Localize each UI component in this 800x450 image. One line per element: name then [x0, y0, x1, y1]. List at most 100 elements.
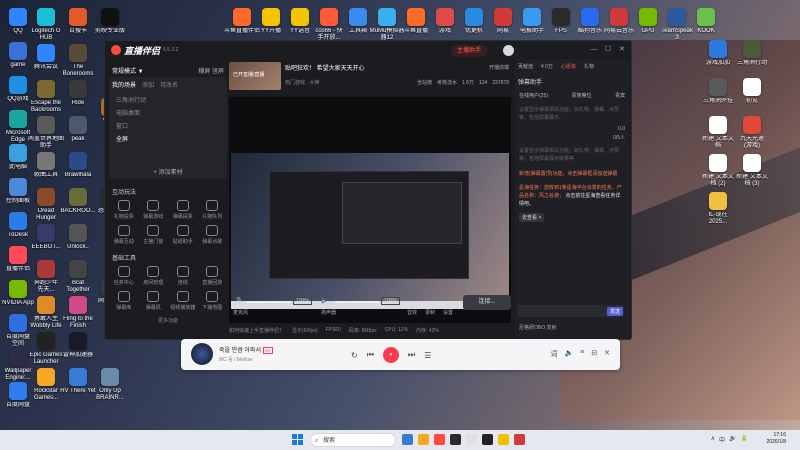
- input-method-icon[interactable]: 中: [719, 435, 725, 444]
- taskbar-app-icon[interactable]: [434, 434, 445, 445]
- scene-item[interactable]: 全屏: [112, 132, 224, 145]
- desktop-icon[interactable]: Dread Hunger: [28, 188, 64, 222]
- speaker-volume-slider[interactable]: [335, 301, 379, 303]
- taskbar-app-icon[interactable]: [450, 434, 461, 445]
- send-button[interactable]: 发送: [606, 307, 623, 316]
- effects-button[interactable]: 音效: [407, 309, 417, 316]
- tab-contribution[interactable]: 贡献值: [518, 63, 533, 70]
- room-thumbnail[interactable]: 已开直播/直播: [229, 62, 281, 90]
- close-player-icon[interactable]: ✕: [604, 349, 610, 359]
- minimize-player-icon[interactable]: ⊟: [591, 349, 597, 359]
- lyrics-icon[interactable]: 词: [550, 349, 557, 359]
- pause-button[interactable]: ⏸: [382, 347, 399, 363]
- scene-item[interactable]: 窗口: [112, 119, 224, 132]
- desktop-icon[interactable]: Only Up BRAINR...: [92, 368, 128, 402]
- desktop-icon[interactable]: Rockstar Games...: [28, 368, 64, 402]
- desktop-icon[interactable]: 三角洲行动: [734, 40, 770, 67]
- tool-button[interactable]: 弹幕投票: [168, 200, 198, 220]
- tool-button[interactable]: 弹幕库: [109, 291, 139, 311]
- desktop-icon[interactable]: peak: [60, 116, 96, 143]
- tool-button[interactable]: 房间管理: [139, 266, 169, 286]
- queue-icon[interactable]: ≡: [580, 349, 584, 359]
- desktop-icon[interactable]: 两重世界地图 助手: [28, 116, 64, 150]
- room-title[interactable]: 贴吧狂欢！ 希望大家天天开心: [285, 63, 365, 72]
- tool-button[interactable]: 弹幕互动: [109, 225, 139, 245]
- status-item[interactable]: 如何快速上手直播伴侣？: [229, 327, 284, 334]
- tool-button[interactable]: 弹幕机: [139, 291, 169, 311]
- taskbar-app-icon[interactable]: [482, 434, 493, 445]
- desktop-icon[interactable]: 新建 文本文 档 (2): [700, 154, 736, 188]
- desktop-icon[interactable]: KOOK: [688, 8, 724, 35]
- taskbar-clock[interactable]: 17:16 2026/1/8: [767, 432, 786, 446]
- scene-tab[interactable]: 我的场景: [112, 80, 136, 89]
- desktop-icon[interactable]: 剪映专业版: [92, 8, 128, 35]
- desktop-icon[interactable]: 三角洲外挂: [700, 78, 736, 105]
- desktop-icon[interactable]: 腾讯会议: [28, 44, 64, 71]
- tab-gift[interactable]: 礼物: [584, 63, 594, 70]
- desktop-icon[interactable]: 勇敢人生 Wobbly Life: [28, 296, 64, 330]
- desktop-icon[interactable]: RV There Yet: [60, 368, 96, 395]
- desktop-icon[interactable]: 新建 文本文 档 (3): [734, 154, 770, 188]
- minimize-icon[interactable]: —: [589, 44, 599, 55]
- desktop-icon[interactable]: Logitech G HUB: [28, 8, 64, 42]
- windows-start-icon[interactable]: [292, 434, 303, 445]
- desktop-icon[interactable]: Bcat Together: [60, 260, 96, 294]
- scene-tab[interactable]: 添加: [142, 80, 154, 89]
- desktop-icon[interactable]: Escape the Backrooms: [28, 80, 64, 114]
- taskbar-app-icon[interactable]: [514, 434, 525, 445]
- desktop-icon[interactable]: Unlock..: [60, 224, 96, 251]
- right-subtab[interactable]: 在线用户(25): [519, 92, 548, 99]
- add-source-button[interactable]: + 添加素材: [109, 167, 227, 176]
- maximize-icon[interactable]: ☐: [603, 44, 613, 55]
- mic-icon[interactable]: 🎙: [235, 297, 243, 304]
- orientation-toggle[interactable]: 横屏 竖屏: [198, 66, 224, 75]
- live-assistant-button[interactable]: 主播助手: [451, 45, 488, 57]
- next-icon[interactable]: ⏭: [408, 350, 415, 360]
- mode-select[interactable]: 常规模式 ▼: [112, 66, 144, 75]
- scene-item[interactable]: 三角洲行动: [112, 93, 224, 106]
- desktop-icon[interactable]: Epic Games Launcher: [28, 332, 64, 366]
- album-cover[interactable]: [191, 343, 213, 365]
- taskbar-app-icon[interactable]: [402, 434, 413, 445]
- speaker-icon[interactable]: 🔈: [564, 349, 573, 359]
- tool-button[interactable]: 直播回放: [198, 266, 228, 286]
- more-functions-button[interactable]: 更多功能: [109, 317, 227, 324]
- tab-wishlist[interactable]: 心愿单: [561, 63, 576, 70]
- tool-button[interactable]: 弹幕点歌: [198, 225, 228, 245]
- battery-icon[interactable]: 🔋: [741, 435, 748, 444]
- settings-button[interactable]: 设置: [443, 309, 453, 316]
- desktop-icon[interactable]: IL·现在 2025...: [700, 192, 736, 226]
- record-button[interactable]: 录制: [425, 309, 435, 316]
- desktop-icon[interactable]: Fling to the Finish: [60, 296, 96, 330]
- scene-tab[interactable]: 可改名: [160, 80, 178, 89]
- desktop-icon[interactable]: 百搜卡: [60, 8, 96, 35]
- see-task-button[interactable]: 去查看 >: [519, 213, 545, 222]
- desktop-icon[interactable]: Ride: [60, 80, 96, 107]
- right-subtab[interactable]: 贵族席位: [571, 92, 591, 99]
- desktop-icon[interactable]: 歌曲工具: [28, 152, 64, 179]
- desktop-icon[interactable]: The Bonerooms: [60, 44, 96, 78]
- tool-button[interactable]: 礼物队列: [198, 200, 228, 220]
- scene-item[interactable]: 电脑桌面: [112, 106, 224, 119]
- tab-coin[interactable]: ¥ 0万: [541, 63, 553, 70]
- speaker-icon[interactable]: 🔈: [321, 297, 328, 304]
- desktop-icon[interactable]: 九天光速 (游戏): [734, 116, 770, 150]
- tool-button[interactable]: 视频播放器: [168, 291, 198, 311]
- taskbar-app-icon[interactable]: [418, 434, 429, 445]
- right-subtab[interactable]: 贵宾: [615, 92, 625, 99]
- desktop-icon[interactable]: 新建 文本文 档: [700, 116, 736, 150]
- mic-volume-slider[interactable]: [247, 301, 291, 303]
- previous-icon[interactable]: ⏮: [367, 350, 374, 360]
- desktop-icon[interactable]: 奔跑少年 先天...: [28, 260, 64, 294]
- volume-icon[interactable]: 🔊: [729, 435, 736, 444]
- desktop-icon[interactable]: 初见: [734, 78, 770, 105]
- app-titlebar[interactable]: 直播伴侣 6.5.3.2 主播助手 — ☐ ✕: [105, 41, 631, 59]
- tool-button[interactable]: 贴纸助手: [168, 225, 198, 245]
- tray-expand-icon[interactable]: ∧: [711, 435, 715, 444]
- playlist-icon[interactable]: ☰: [424, 351, 431, 360]
- desktop-icon[interactable]: BACKROO...: [60, 188, 96, 215]
- taskbar-app-icon[interactable]: [498, 434, 509, 445]
- taskbar-app-icon[interactable]: [466, 434, 477, 445]
- tool-button[interactable]: 礼物投票: [109, 200, 139, 220]
- tool-button[interactable]: 弹幕游戏: [139, 200, 169, 220]
